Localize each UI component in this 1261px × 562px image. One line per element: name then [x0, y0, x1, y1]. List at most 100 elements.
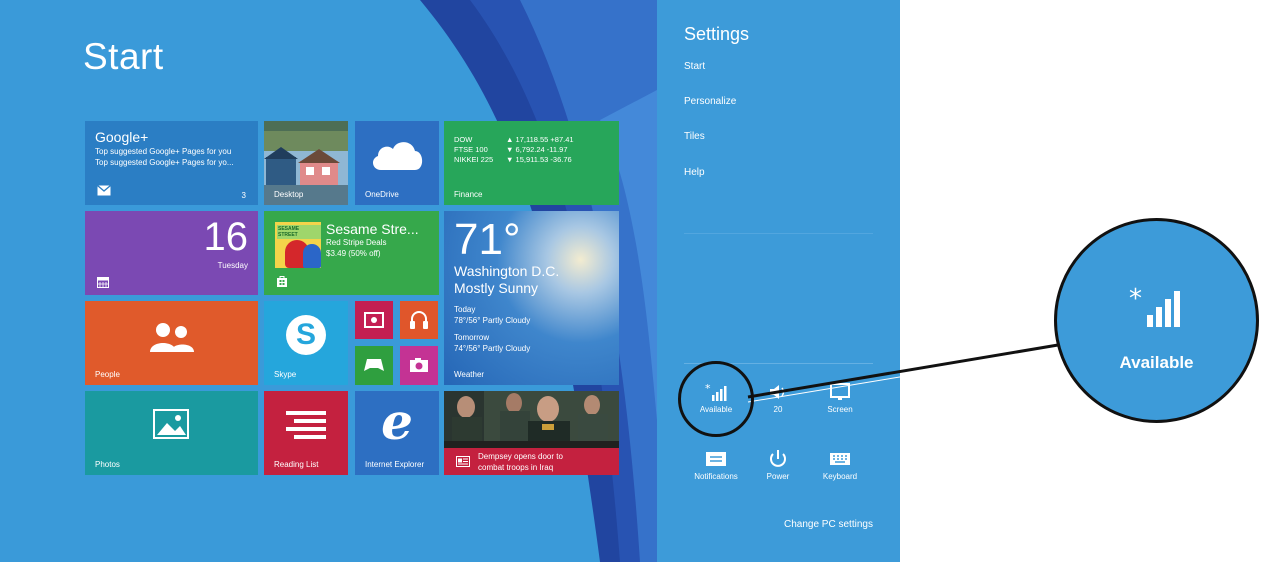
ticker-name: NIKKEI 225 — [454, 155, 494, 164]
tile-people[interactable]: People — [85, 301, 258, 385]
start-screen: Start Google+ Top suggested Google+ Page… — [0, 0, 900, 562]
news-line-2: combat troops in Iraq — [478, 463, 554, 472]
desktop-label: Desktop — [274, 190, 304, 199]
weather-city: Washington D.C. — [454, 263, 560, 279]
tile-calendar[interactable]: 16 Tuesday — [85, 211, 258, 295]
change-pc-settings-link[interactable]: Change PC settings — [784, 519, 873, 530]
quick-setting-screen[interactable]: Screen — [809, 383, 871, 414]
onedrive-label: OneDrive — [365, 190, 399, 199]
camera-icon — [410, 358, 428, 372]
settings-link-personalize[interactable]: Personalize — [684, 96, 736, 107]
headphones-icon — [410, 311, 428, 329]
ticker-value: 15,911.53 -36.76 — [515, 155, 572, 164]
volume-label: 20 — [773, 405, 783, 414]
callout-magnifier: * Available — [1054, 218, 1259, 423]
calendar-icon — [97, 277, 109, 288]
people-icon — [150, 323, 194, 352]
video-icon — [364, 312, 384, 328]
tile-weather[interactable]: 71° Washington D.C. Mostly Sunny Today 7… — [444, 211, 619, 385]
svg-text:*: * — [1129, 285, 1142, 314]
tile-photos[interactable]: Photos — [85, 391, 258, 475]
calendar-weekday: Tuesday — [217, 261, 248, 270]
weather-temp: 71° — [454, 215, 521, 264]
tile-reading-list[interactable]: Reading List — [264, 391, 348, 475]
people-label: People — [95, 370, 120, 379]
internet-explorer-icon: e — [381, 392, 413, 451]
screen-icon — [830, 383, 850, 400]
finance-ticker: DOW ▲ 17,118.55 +87.41 FTSE 100 ▼ 6,792.24… — [454, 135, 574, 165]
settings-charm-panel: Settings Start Personalize Tiles Help * … — [657, 0, 900, 562]
weather-today-label: Today — [454, 305, 476, 314]
keyboard-label: Keyboard — [822, 472, 858, 481]
mail-title: Google+ — [95, 129, 149, 145]
tile-mail[interactable]: Google+ Top suggested Google+ Pages for … — [85, 121, 258, 205]
network-icon: * — [1129, 285, 1180, 327]
tile-onedrive[interactable]: OneDrive — [355, 121, 439, 205]
store-sub-1: Red Stripe Deals — [326, 238, 387, 247]
weather-today: 78°/56° Partly Cloudy — [454, 316, 531, 325]
settings-title: Settings — [684, 24, 750, 44]
tile-camera[interactable] — [400, 346, 438, 385]
ie-label: Internet Explorer — [365, 460, 425, 469]
weather-tomorrow-label: Tomorrow — [454, 333, 490, 342]
settings-link-help[interactable]: Help — [684, 167, 705, 178]
tile-desktop[interactable]: Desktop — [264, 121, 348, 205]
mail-line-1: Top suggested Google+ Pages for you — [95, 147, 232, 156]
store-icon — [277, 276, 287, 287]
tile-games[interactable] — [355, 346, 393, 385]
callout-label: Available — [1119, 353, 1194, 372]
tile-store[interactable]: SESAME STREET Sesame Stre... Red Stripe … — [264, 211, 439, 295]
down-arrow-icon: ▼ — [506, 155, 514, 164]
tile-finance[interactable]: DOW ▲ 17,118.55 +87.41 FTSE 100 ▼ 6,792.24… — [444, 121, 619, 205]
mail-icon — [97, 185, 111, 196]
quick-setting-power[interactable]: Power — [747, 450, 809, 481]
start-title: Start — [83, 36, 164, 77]
news-line-1: Dempsey opens door to — [478, 452, 563, 461]
settings-link-tiles[interactable]: Tiles — [684, 131, 705, 142]
news-banner: Dempsey opens door to combat troops in I… — [444, 448, 619, 475]
store-app-box: SESAME STREET — [275, 222, 321, 268]
finance-row: FTSE 100 ▼ 6,792.24 -11.97 — [454, 145, 574, 155]
gamepad-icon — [364, 359, 384, 371]
weather-condition: Mostly Sunny — [454, 280, 539, 296]
ticker-value: 17,118.55 +87.41 — [515, 135, 574, 144]
screen-label: Screen — [827, 405, 853, 414]
ticker-name: FTSE 100 — [454, 145, 488, 154]
news-icon — [456, 456, 470, 467]
down-arrow-icon: ▼ — [506, 145, 514, 154]
store-app-box-label: SESAME STREET — [277, 225, 321, 239]
quick-setting-volume[interactable]: 20 — [747, 383, 809, 414]
reading-list-icon — [286, 411, 326, 439]
settings-link-start[interactable]: Start — [684, 61, 705, 72]
photo-icon — [153, 409, 189, 439]
mail-count: 3 — [241, 191, 246, 200]
finance-row: NIKKEI 225 ▼ 15,911.53 -36.76 — [454, 155, 574, 165]
ticker-name: DOW — [454, 135, 473, 144]
tile-skype[interactable]: S Skype — [264, 301, 348, 385]
tile-music[interactable] — [400, 301, 438, 339]
news-photo — [444, 391, 619, 448]
store-sub-2: $3.49 (50% off) — [326, 249, 381, 258]
skype-icon: S — [286, 315, 326, 355]
finance-label: Finance — [454, 190, 483, 199]
reading-list-label: Reading List — [274, 460, 319, 469]
up-arrow-icon: ▲ — [506, 135, 514, 144]
quick-setting-notifications[interactable]: Notifications — [685, 450, 747, 481]
finance-row: DOW ▲ 17,118.55 +87.41 — [454, 135, 574, 145]
store-title: Sesame Stre... — [326, 221, 419, 237]
tile-news[interactable]: Dempsey opens door to combat troops in I… — [444, 391, 619, 475]
tile-video[interactable] — [355, 301, 393, 339]
ticker-value: 6,792.24 -11.97 — [515, 145, 568, 154]
mail-line-2: Top suggested Google+ Pages for yo... — [95, 158, 234, 167]
power-icon — [770, 450, 786, 467]
calendar-day: 16 — [203, 215, 249, 259]
skype-label: Skype — [274, 370, 297, 379]
notifications-label: Notifications — [694, 472, 738, 481]
power-label: Power — [766, 472, 790, 481]
cookie-monster-image — [303, 244, 321, 268]
tile-internet-explorer[interactable]: e Internet Explorer — [355, 391, 439, 475]
quick-setting-keyboard[interactable]: Keyboard — [809, 450, 871, 481]
weather-label: Weather — [454, 370, 485, 379]
volume-icon — [770, 385, 785, 399]
weather-tomorrow: 74°/56° Partly Cloudy — [454, 344, 531, 353]
